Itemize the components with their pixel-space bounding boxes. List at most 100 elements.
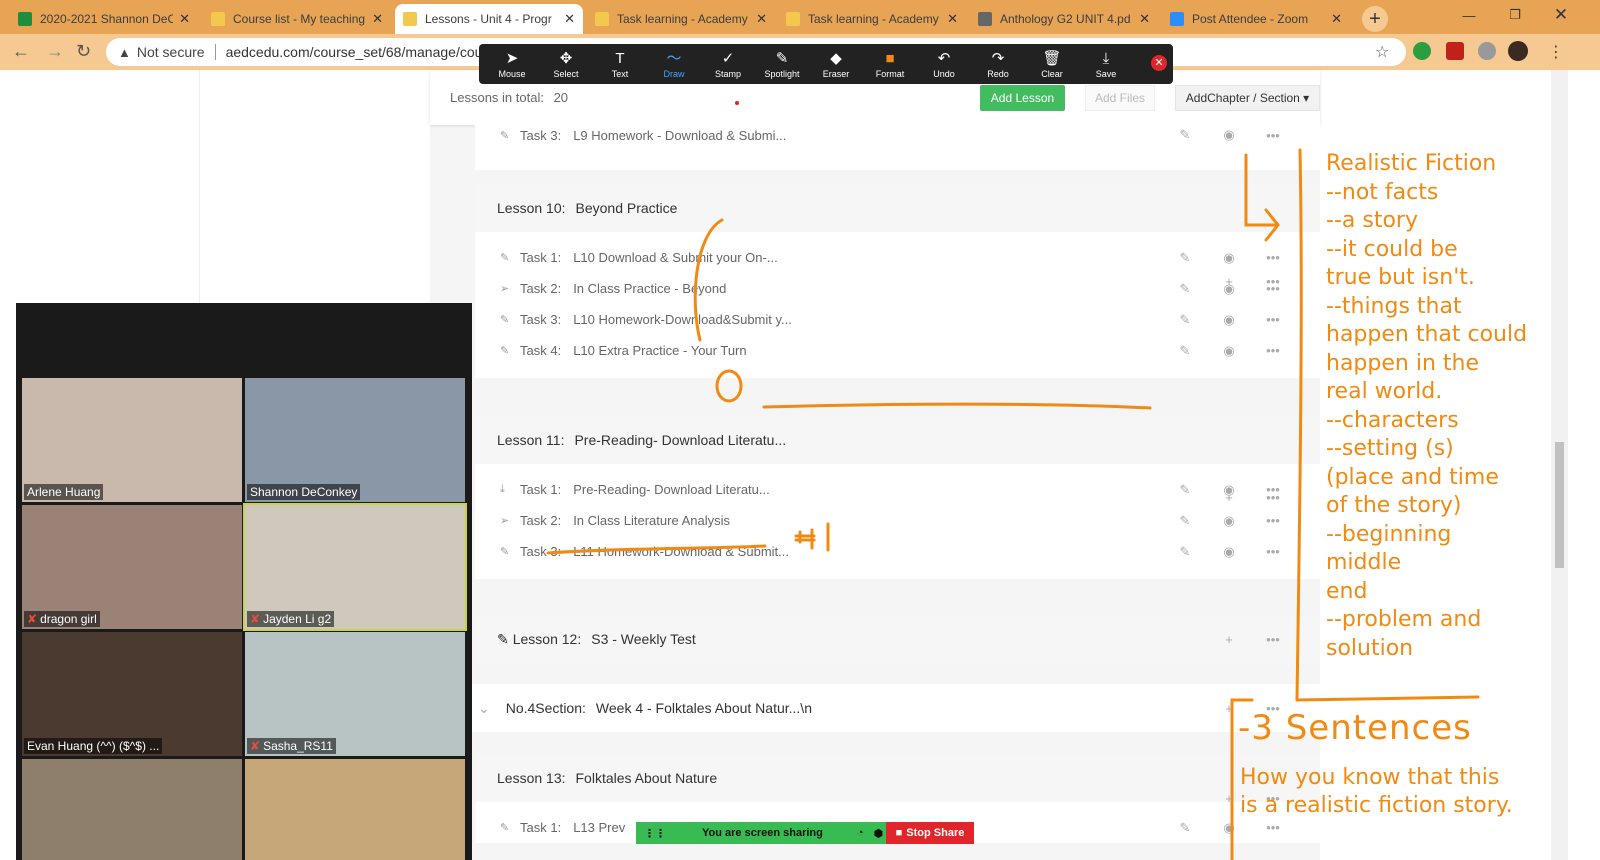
- task-row[interactable]: ➢ Task 2: In Class Practice - Beyond ✎ ◉ •••: [475, 273, 1320, 304]
- browser-tab[interactable]: 2020-2021 Shannon DeC ✕: [10, 4, 198, 34]
- forward-icon[interactable]: →: [46, 41, 64, 62]
- add-files-button[interactable]: Add Files: [1085, 85, 1155, 111]
- more-icon[interactable]: •••: [1251, 281, 1295, 296]
- annotate-stamp-button[interactable]: ✓ Stamp: [701, 49, 755, 79]
- annotate-save-button[interactable]: ⤓ Save: [1079, 49, 1133, 79]
- menu-kebab-icon[interactable]: ⋮: [1548, 42, 1564, 62]
- task-row[interactable]: ✎ Task 3: L11 Homework-Download & Submit..…: [475, 536, 1320, 567]
- close-tab-icon[interactable]: ✕: [179, 11, 190, 27]
- close-tab-icon[interactable]: ✕: [372, 11, 383, 27]
- browser-tab[interactable]: Anthology G2 UNIT 4.pd ✕: [970, 4, 1158, 34]
- more-icon[interactable]: •••: [1251, 250, 1295, 265]
- close-tab-icon[interactable]: ✕: [564, 11, 575, 27]
- annotate-format-button[interactable]: ■ Format: [863, 49, 917, 79]
- stop-share-button[interactable]: ■ Stop Share: [886, 822, 974, 844]
- annotate-redo-button[interactable]: ↷ Redo: [971, 49, 1025, 79]
- preview-eye-icon[interactable]: ◉: [1207, 281, 1251, 297]
- edit-icon[interactable]: ✎: [1163, 312, 1207, 328]
- browser-tab[interactable]: Task learning - Academy ✕: [587, 4, 775, 34]
- annotate-draw-button[interactable]: 〜 Draw: [647, 49, 701, 79]
- participant-video[interactable]: ✘ Sasha_RS11: [245, 632, 465, 756]
- annotate-undo-button[interactable]: ↶ Undo: [917, 49, 971, 79]
- more-icon[interactable]: •••: [1251, 312, 1295, 327]
- close-tab-icon[interactable]: ✕: [947, 11, 958, 27]
- close-window-button[interactable]: ✕: [1538, 0, 1584, 30]
- more-icon[interactable]: •••: [1251, 632, 1295, 647]
- preview-eye-icon[interactable]: ◉: [1207, 482, 1251, 498]
- more-icon[interactable]: •••: [1251, 820, 1295, 835]
- task-row[interactable]: ➢ Task 2: In Class Literature Analysis ✎ ◉ ••…: [475, 505, 1320, 536]
- lesson-header[interactable]: ✎ Lesson 12: S3 - Weekly Test + •••: [475, 615, 1320, 663]
- lesson-header[interactable]: Lesson 10: Beyond Practice + •••: [475, 184, 1320, 289]
- more-icon[interactable]: •••: [1251, 513, 1295, 528]
- bookmark-star-icon[interactable]: ☆: [1375, 42, 1389, 62]
- new-tab-button[interactable]: +: [1362, 6, 1388, 32]
- edit-icon[interactable]: ✎: [1163, 343, 1207, 359]
- more-icon[interactable]: •••: [1251, 482, 1295, 497]
- close-tab-icon[interactable]: ✕: [1139, 11, 1150, 27]
- annotate-eraser-button[interactable]: ◆ Eraser: [809, 49, 863, 79]
- edit-icon[interactable]: ✎: [1163, 482, 1207, 498]
- more-icon[interactable]: •••: [1251, 128, 1295, 143]
- annotate-select-button[interactable]: ✥ Select: [539, 49, 593, 79]
- close-annotation-icon[interactable]: ✕: [1151, 55, 1167, 71]
- preview-eye-icon[interactable]: ◉: [1207, 343, 1251, 359]
- minimize-button[interactable]: —: [1446, 0, 1492, 30]
- edit-icon[interactable]: ✎: [1163, 281, 1207, 297]
- section-4[interactable]: ⌄ No.4Section: Week 4 - Folktales About …: [470, 684, 1320, 732]
- add-chapter-section-button[interactable]: AddChapter / Section ▾: [1175, 85, 1320, 111]
- url-text[interactable]: aedcedu.com/course_set/68/manage/cou: [226, 44, 483, 60]
- edit-icon[interactable]: ✎: [1163, 250, 1207, 266]
- annotate-spotlight-button[interactable]: ✎ Spotlight: [755, 49, 809, 79]
- edit-icon[interactable]: ✎: [1163, 513, 1207, 529]
- lesson-header[interactable]: Lesson 11: Pre-Reading- Download Literat…: [475, 416, 1320, 505]
- participant-video[interactable]: ✘ Jayden Li g2: [243, 503, 467, 631]
- preview-eye-icon[interactable]: ◉: [1207, 513, 1251, 529]
- browser-tab[interactable]: Course list - My teaching ✕: [203, 4, 391, 34]
- task-row[interactable]: ✎ Task 3: L9 Homework - Download & Submi…: [475, 125, 1320, 170]
- extension-badge-icon[interactable]: [1446, 42, 1464, 60]
- drag-handle-icon[interactable]: ⋮⋮: [644, 827, 666, 840]
- add-lesson-button[interactable]: Add Lesson: [980, 85, 1065, 111]
- browser-tab[interactable]: Task learning - Academy ✕: [778, 4, 966, 34]
- page-scrollbar[interactable]: [1551, 70, 1568, 860]
- browser-tab[interactable]: Lessons - Unit 4 - Progr ✕: [395, 4, 583, 34]
- participant-video[interactable]: ✘ dragon girl: [22, 505, 242, 629]
- back-icon[interactable]: ←: [12, 41, 30, 62]
- task-row[interactable]: ✎ Task 3: L10 Homework-Download&Submit y..…: [475, 304, 1320, 335]
- annotate-clear-button[interactable]: 🗑 Clear: [1025, 49, 1079, 79]
- close-tab-icon[interactable]: ✕: [1331, 11, 1342, 27]
- edit-icon[interactable]: ✎: [1163, 820, 1207, 836]
- task-row[interactable]: ⤓ Task 1: Pre-Reading- Download Literatu..…: [475, 474, 1320, 505]
- task-row[interactable]: ✎ Task 1: L10 Download & Submit your On-..…: [475, 242, 1320, 273]
- chevron-down-icon[interactable]: ⌄: [478, 700, 490, 717]
- restore-button[interactable]: ❐: [1492, 0, 1538, 30]
- favicon-icon: [403, 12, 417, 26]
- preview-eye-icon[interactable]: ◉: [1207, 127, 1251, 143]
- participant-video[interactable]: Arlene Huang: [22, 378, 242, 502]
- participant-video[interactable]: [245, 759, 465, 860]
- annotate-mouse-button[interactable]: ➤ Mouse: [485, 49, 539, 79]
- preview-eye-icon[interactable]: ◉: [1207, 544, 1251, 560]
- profile-avatar[interactable]: [1508, 41, 1528, 61]
- edit-icon[interactable]: ✎: [1163, 127, 1207, 143]
- participant-video[interactable]: [22, 759, 242, 860]
- extensions-puzzle-icon[interactable]: [1478, 42, 1496, 60]
- more-icon[interactable]: •••: [1251, 343, 1295, 358]
- browser-tab[interactable]: Post Attendee - Zoom ✕: [1162, 4, 1350, 34]
- close-tab-icon[interactable]: ✕: [756, 11, 767, 27]
- task-row[interactable]: ✎ Task 4: L10 Extra Practice - Your Turn ✎ ◉…: [475, 335, 1320, 366]
- annotate-text-button[interactable]: T Text: [593, 49, 647, 79]
- edit-icon[interactable]: ✎: [1163, 544, 1207, 560]
- add-icon[interactable]: +: [1207, 632, 1251, 647]
- participant-video[interactable]: Evan Huang (^^) ($^$) ...: [22, 632, 242, 756]
- reload-icon[interactable]: ↻: [76, 41, 91, 62]
- lesson-header[interactable]: Lesson 13: Folktales About Nature + •••: [475, 754, 1320, 806]
- extension-icon[interactable]: [1413, 42, 1431, 60]
- more-icon[interactable]: •••: [1251, 544, 1295, 559]
- preview-eye-icon[interactable]: ◉: [1207, 250, 1251, 266]
- scrollbar-thumb[interactable]: [1555, 442, 1564, 568]
- participant-video[interactable]: Shannon DeConkey: [245, 378, 465, 502]
- preview-eye-icon[interactable]: ◉: [1207, 820, 1251, 836]
- preview-eye-icon[interactable]: ◉: [1207, 312, 1251, 328]
